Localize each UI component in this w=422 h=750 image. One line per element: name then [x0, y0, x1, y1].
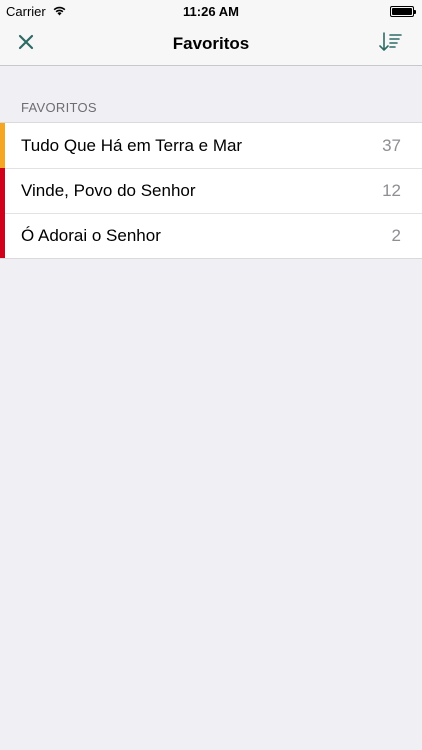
list-item[interactable]: Ó Adorai o Senhor 2 — [0, 213, 422, 258]
color-indicator — [0, 123, 5, 168]
item-count: 2 — [391, 225, 401, 245]
list-item[interactable]: Vinde, Povo do Senhor 12 — [0, 168, 422, 213]
item-count: 12 — [382, 180, 401, 200]
item-title: Ó Adorai o Senhor — [21, 225, 161, 245]
favorites-list: Tudo Que Há em Terra e Mar 37 Vinde, Pov… — [0, 122, 422, 259]
status-bar: Carrier 11:26 AM — [0, 0, 422, 22]
section-header: FAVORITOS — [21, 100, 97, 115]
sort-button[interactable] — [374, 28, 406, 60]
sort-descending-icon — [378, 31, 402, 58]
item-count: 37 — [382, 135, 401, 155]
list-item[interactable]: Tudo Que Há em Terra e Mar 37 — [0, 123, 422, 168]
navigation-bar: Favoritos — [0, 22, 422, 66]
color-indicator — [0, 213, 5, 258]
item-title: Tudo Que Há em Terra e Mar — [21, 135, 243, 155]
color-indicator — [0, 168, 5, 213]
battery-icon — [390, 6, 416, 17]
page-title: Favoritos — [172, 34, 250, 53]
status-time: 11:26 AM — [183, 4, 239, 19]
item-title: Vinde, Povo do Senhor — [21, 180, 196, 200]
